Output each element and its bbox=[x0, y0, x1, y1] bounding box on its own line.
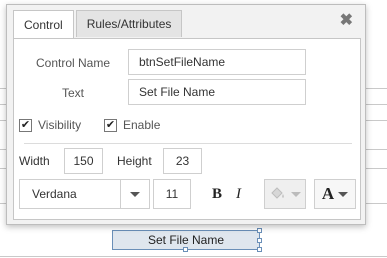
visibility-checkbox[interactable]: ✔ bbox=[19, 119, 32, 132]
fill-color-button[interactable] bbox=[264, 179, 306, 209]
font-color-icon: A bbox=[321, 184, 335, 203]
tab-label: Control bbox=[24, 18, 63, 32]
chevron-down-icon bbox=[291, 191, 301, 197]
chevron-down-icon bbox=[120, 180, 149, 208]
italic-button[interactable]: I bbox=[236, 186, 241, 203]
font-family-value: Verdana bbox=[32, 187, 77, 201]
resize-handle[interactable] bbox=[183, 247, 188, 252]
height-input[interactable]: 23 bbox=[163, 148, 202, 174]
resize-handle[interactable] bbox=[257, 238, 262, 243]
control-properties-popup: Control Rules/Attributes ✖ Control Name … bbox=[6, 4, 366, 225]
enable-checkbox[interactable]: ✔ bbox=[104, 119, 117, 132]
tab-label: Rules/Attributes bbox=[86, 17, 172, 31]
control-name-input[interactable]: btnSetFileName bbox=[128, 49, 306, 75]
font-color-button[interactable]: A bbox=[314, 179, 356, 209]
text-input[interactable]: Set File Name bbox=[128, 79, 306, 105]
width-label: Width bbox=[19, 154, 50, 168]
divider bbox=[24, 143, 352, 144]
font-family-select[interactable]: Verdana bbox=[19, 179, 150, 209]
tab-rules-attributes[interactable]: Rules/Attributes bbox=[75, 10, 183, 37]
font-size-input[interactable]: 11 bbox=[153, 179, 191, 209]
height-label: Height bbox=[117, 154, 152, 168]
enable-label: Enable bbox=[123, 118, 161, 132]
canvas-gridline bbox=[0, 256, 387, 257]
resize-handle[interactable] bbox=[257, 247, 262, 252]
bold-button[interactable]: B bbox=[212, 186, 222, 203]
paint-bucket-icon bbox=[271, 187, 284, 199]
width-input[interactable]: 150 bbox=[64, 148, 103, 174]
tab-bar: Control Rules/Attributes bbox=[13, 10, 184, 39]
canvas-button-label: Set File Name bbox=[147, 233, 225, 247]
text-label: Text bbox=[62, 86, 85, 100]
tab-control[interactable]: Control bbox=[13, 10, 74, 39]
chevron-down-icon bbox=[338, 191, 349, 197]
resize-handle[interactable] bbox=[257, 228, 262, 233]
close-icon[interactable]: ✖ bbox=[340, 13, 353, 29]
control-name-label: Control Name bbox=[36, 56, 111, 70]
visibility-label: Visibility bbox=[38, 118, 82, 132]
control-panel: Control Name btnSetFileName Text Set Fil… bbox=[13, 38, 361, 220]
